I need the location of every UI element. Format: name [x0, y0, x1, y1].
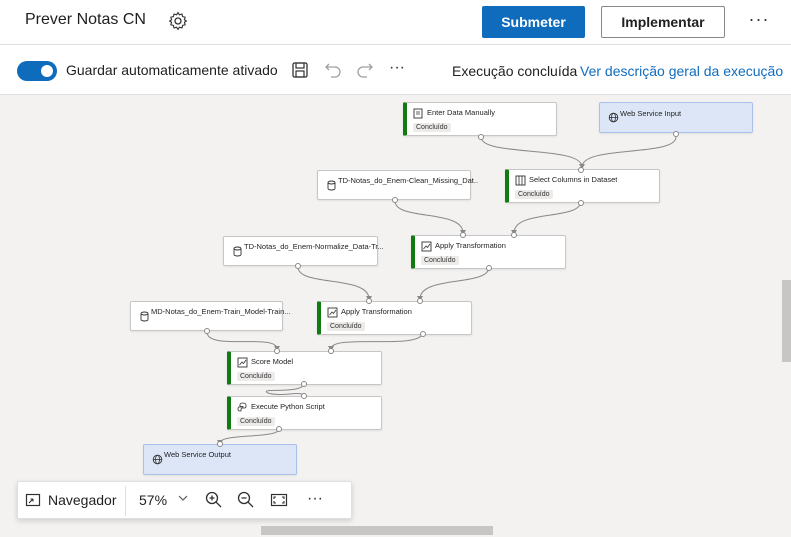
- input-port[interactable]: [460, 232, 466, 238]
- input-port[interactable]: [328, 348, 334, 354]
- dataset-icon: [233, 246, 242, 257]
- model-icon: [140, 311, 149, 322]
- module-node-score-model[interactable]: Score Model Concluído: [227, 351, 382, 385]
- globe-icon: [608, 112, 619, 123]
- undo-icon[interactable]: [323, 60, 343, 80]
- header-bar: Prever Notas CN Submeter Implementar ···: [0, 0, 791, 45]
- fit-to-screen-icon[interactable]: [269, 490, 289, 510]
- output-port[interactable]: [276, 426, 282, 432]
- output-port[interactable]: [478, 134, 484, 140]
- navigator-icon[interactable]: [25, 492, 41, 508]
- output-port[interactable]: [578, 200, 584, 206]
- module-node-apply-transformation[interactable]: Apply Transformation Concluído: [411, 235, 566, 269]
- divider: [125, 486, 126, 516]
- save-icon[interactable]: [290, 60, 310, 80]
- module-node-select-columns[interactable]: Select Columns in Dataset Concluído: [505, 169, 660, 203]
- toolbar-more-button[interactable]: ···: [386, 59, 408, 77]
- zoom-out-icon[interactable]: [236, 490, 256, 510]
- run-status-text: Execução concluída: [452, 63, 578, 79]
- node-label: Apply Transformation: [341, 307, 412, 316]
- web-node-service-input[interactable]: Web Service Input: [599, 102, 753, 133]
- node-status-badge: Concluído: [413, 123, 451, 132]
- input-port[interactable]: [366, 298, 372, 304]
- node-status-badge: Concluído: [237, 372, 275, 381]
- node-status-badge: Concluído: [421, 256, 459, 265]
- dataset-node-normalize[interactable]: TD-Notas_do_Enem-Normalize_Data-Tr...: [223, 236, 384, 266]
- node-label: Select Columns in Dataset: [529, 175, 618, 184]
- node-label: Apply Transformation: [435, 241, 506, 250]
- horizontal-scrollbar[interactable]: [261, 526, 493, 535]
- input-port[interactable]: [417, 298, 423, 304]
- output-port[interactable]: [486, 265, 492, 271]
- node-label: Web Service Input: [620, 109, 682, 118]
- globe-icon: [152, 454, 163, 465]
- output-port[interactable]: [420, 331, 426, 337]
- dataset-node-train-model[interactable]: MD-Notas_do_Enem-Train_Model-Train...: [130, 301, 291, 331]
- node-label: Score Model: [251, 357, 294, 366]
- node-label: Enter Data Manually: [427, 108, 495, 117]
- autosave-toggle[interactable]: [17, 61, 57, 81]
- input-port[interactable]: [274, 348, 280, 354]
- navigator-panel: Navegador 57% ···: [17, 481, 352, 519]
- node-status-badge: Concluído: [237, 417, 275, 426]
- dataset-icon: [327, 180, 336, 191]
- module-node-execute-python[interactable]: Execute Python Script Concluído: [227, 396, 382, 430]
- python-icon: [237, 402, 247, 412]
- data-entry-icon: [413, 108, 423, 119]
- node-label: Web Service Output: [164, 450, 231, 459]
- node-label: TD-Notas_do_Enem-Normalize_Data-Tr...: [244, 242, 384, 251]
- input-port[interactable]: [301, 393, 307, 399]
- input-port[interactable]: [511, 232, 517, 238]
- node-status-badge: Concluído: [327, 322, 365, 331]
- score-icon: [237, 357, 248, 368]
- chevron-down-icon[interactable]: [176, 491, 190, 505]
- zoom-level[interactable]: 57%: [139, 492, 167, 508]
- deploy-button[interactable]: Implementar: [601, 6, 725, 38]
- output-port[interactable]: [392, 197, 398, 203]
- columns-icon: [515, 175, 526, 186]
- transform-icon: [327, 307, 338, 318]
- node-label: TD-Notas_do_Enem-Clean_Missing_Dat...: [338, 176, 478, 185]
- vertical-scrollbar[interactable]: [782, 280, 791, 362]
- pipeline-canvas[interactable]: Enter Data Manually Concluído Web Servic…: [0, 95, 791, 537]
- output-port[interactable]: [301, 381, 307, 387]
- pipeline-title: Prever Notas CN: [25, 11, 146, 28]
- navigator-more-button[interactable]: ···: [305, 490, 325, 508]
- node-label: MD-Notas_do_Enem-Train_Model-Train...: [151, 307, 291, 316]
- module-node-enter-data[interactable]: Enter Data Manually Concluído: [403, 102, 557, 136]
- zoom-in-icon[interactable]: [204, 490, 224, 510]
- output-port[interactable]: [673, 131, 679, 137]
- web-node-service-output[interactable]: Web Service Output: [143, 444, 297, 475]
- output-port[interactable]: [295, 263, 301, 269]
- module-node-apply-transformation[interactable]: Apply Transformation Concluído: [317, 301, 472, 335]
- more-options-button[interactable]: ···: [747, 9, 771, 33]
- redo-icon[interactable]: [355, 60, 375, 80]
- input-port[interactable]: [217, 441, 223, 447]
- designer-toolbar: Guardar automaticamente ativado ··· Exec…: [0, 46, 791, 95]
- gear-icon[interactable]: [168, 11, 188, 31]
- node-status-badge: Concluído: [515, 190, 553, 199]
- navigator-label[interactable]: Navegador: [48, 492, 117, 508]
- transform-icon: [421, 241, 432, 252]
- node-label: Execute Python Script: [251, 402, 325, 411]
- input-port[interactable]: [578, 167, 584, 173]
- run-overview-link[interactable]: Ver descrição geral da execução: [580, 63, 783, 79]
- designer-app: Prever Notas CN Submeter Implementar ···…: [0, 0, 791, 537]
- output-port[interactable]: [204, 328, 210, 334]
- dataset-node-clean-missing[interactable]: TD-Notas_do_Enem-Clean_Missing_Dat...: [317, 170, 478, 200]
- autosave-label: Guardar automaticamente ativado: [66, 62, 278, 78]
- submit-button[interactable]: Submeter: [482, 6, 585, 38]
